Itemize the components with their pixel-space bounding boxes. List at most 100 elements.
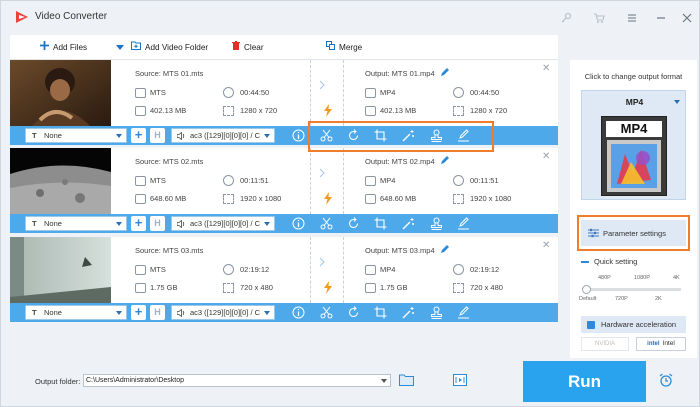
tick-default: Default [579,296,597,302]
duration-icon [453,175,464,186]
output-size: 1.75 GB [380,283,408,292]
crop-icon[interactable] [374,306,387,319]
subtitle-settings-button[interactable]: H [150,128,165,143]
intel-option[interactable]: intel Intel [636,337,686,351]
add-video-folder-label: Add Video Folder [145,43,209,53]
output-filename: Output: MTS 02.mp4 [365,157,435,166]
row-divider [343,60,344,126]
mp4-badge: MP4 [606,121,662,137]
output-folder-dropdown-icon[interactable] [381,379,387,383]
tick-720p: 720P [615,296,628,302]
remove-row-icon[interactable]: ✕ [542,63,550,74]
merge-button[interactable]: Merge [326,40,362,56]
rotate-icon[interactable] [347,217,360,230]
output-duration: 02:19:12 [470,265,500,274]
row-toolbar: T None + H ac3 ([129][0][0][0] / C [10,214,558,233]
folder-plus-icon [131,40,141,56]
add-video-folder-button[interactable]: Add Video Folder [131,40,208,56]
resolution-icon [223,283,234,293]
info-icon[interactable] [292,306,305,319]
video-thumbnail[interactable] [10,60,111,126]
alarm-clock-icon[interactable] [659,373,673,387]
quality-slider-handle[interactable] [582,285,591,294]
magic-wand-icon[interactable] [402,306,415,319]
arrow-right-icon [319,80,325,90]
source-format: MTS [150,176,166,185]
info-icon[interactable] [292,217,305,230]
subtitle-select[interactable]: T None [25,305,127,320]
scissors-icon[interactable] [320,306,333,319]
lightning-icon [324,104,332,117]
file-row: Source: MTS 02.mts MTS 00:11:51 648.60 M… [10,148,558,233]
close-icon[interactable] [678,9,696,27]
add-files-dropdown-icon[interactable] [116,45,124,50]
subtitle-select[interactable]: T None [25,128,127,143]
watermark-stamp-icon[interactable] [430,306,443,319]
video-thumbnail[interactable] [10,148,111,214]
open-output-folder-icon[interactable] [453,374,467,386]
info-icon[interactable] [292,129,305,142]
output-format-selector[interactable]: MP4 MP4 [581,90,686,200]
add-files-button[interactable]: Add Files [40,40,87,56]
resolution-icon [453,194,464,204]
remove-row-icon[interactable]: ✕ [542,151,550,162]
folder-icon [365,194,376,204]
duration-icon [453,87,464,98]
chevron-down-icon [116,222,122,226]
text-icon: T [32,131,37,140]
scissors-icon[interactable] [320,217,333,230]
subtitle-select[interactable]: T None [25,216,127,231]
rotate-icon[interactable] [347,306,360,319]
format-icon [365,176,376,186]
edit-subtitle-icon[interactable] [457,306,470,319]
resolution-icon [453,106,464,116]
audio-track-select[interactable]: ac3 ([129][0][0][0] / C [171,128,275,143]
audio-track-select[interactable]: ac3 ([129][0][0][0] / C [171,216,275,231]
row-divider [343,237,344,303]
row-divider [343,148,344,214]
add-subtitle-button[interactable]: + [131,128,146,143]
source-size: 402.13 MB [150,106,187,115]
crop-icon[interactable] [374,217,387,230]
nvidia-label: NVIDIA [594,341,615,347]
resolution-icon [223,194,234,204]
speaker-icon [177,220,185,228]
add-files-label: Add Files [53,43,88,53]
file-row: Source: MTS 03.mts MTS 02:19:12 1.75 GB … [10,237,558,322]
menu-icon[interactable] [623,9,641,27]
browse-folder-icon[interactable] [399,374,414,386]
output-resolution: 1920 x 1080 [470,194,512,203]
remove-row-icon[interactable]: ✕ [542,240,550,251]
edit-subtitle-icon[interactable] [457,217,470,230]
clear-button[interactable]: Clear [232,40,264,56]
tick-1080p: 1080P [634,275,650,281]
hardware-acceleration-button[interactable]: Hardware acceleration [581,316,686,333]
text-icon: T [32,308,37,317]
nvidia-option[interactable]: NVIDIA [581,337,629,351]
cart-icon[interactable] [590,9,608,27]
key-icon[interactable] [557,9,575,27]
subtitle-settings-button[interactable]: H [150,305,165,320]
rename-pencil-icon[interactable] [440,67,450,77]
run-button[interactable]: Run [523,361,646,402]
source-duration: 02:19:12 [240,265,270,274]
subtitle-settings-button[interactable]: H [150,216,165,231]
output-duration: 00:44:50 [470,88,500,97]
source-format: MTS [150,88,166,97]
output-folder-field[interactable]: C:\Users\Administrator\Desktop [83,374,391,387]
video-thumbnail[interactable] [10,237,111,303]
rename-pencil-icon[interactable] [440,244,450,254]
minimize-icon[interactable] [652,9,670,27]
rename-pencil-icon[interactable] [440,155,450,165]
audio-track-select[interactable]: ac3 ([129][0][0][0] / C [171,305,275,320]
quality-slider[interactable] [585,288,681,291]
parameter-settings-button[interactable]: Parameter settings [581,220,686,246]
arrow-right-icon [319,168,325,178]
add-subtitle-button[interactable]: + [131,305,146,320]
magic-wand-icon[interactable] [402,217,415,230]
source-resolution: 1280 x 720 [240,106,278,115]
watermark-stamp-icon[interactable] [430,217,443,230]
output-format: MP4 [380,176,396,185]
add-subtitle-button[interactable]: + [131,216,146,231]
format-icon [135,88,146,98]
